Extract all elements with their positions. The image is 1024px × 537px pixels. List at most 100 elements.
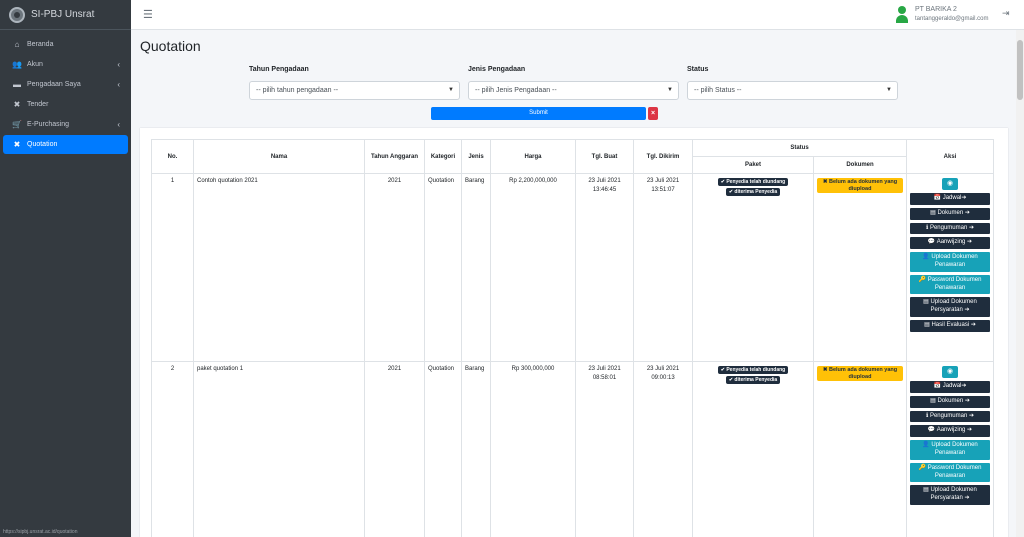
cell-aksi: ◉ 📅 Jadwal➔ ▤ Dokumen ➔ ℹ Pengumuman ➔ 💬… [906,173,994,362]
cell-dokumen: ✖ Belum ada dokumen yang diupload [813,361,907,537]
status-badge: ✔ diterima Penyedia [725,188,781,196]
tgl-dikirim-time: 13:51:07 [651,187,675,193]
quotation-card: No. Nama Tahun Anggaran Kategori Jenis H… [140,128,1008,537]
tgl-buat-time: 13:46:45 [592,187,617,193]
status-select[interactable]: -- pilih Status -- ▼ [687,81,898,100]
user-email: tantanggeraldo@gmail.com [915,16,989,22]
cell-tgl-buat: 23 Juli 2021 13:46:45 [575,173,634,362]
table-row: 2 paket quotation 1 2021 Quotation Baran… [151,361,994,537]
caret-down-icon: ▼ [667,87,673,93]
jenis-select-value: -- pilih Jenis Pengadaan -- [475,87,557,94]
status-badge: ✔ diterima Penyedia [725,376,781,384]
sidebar-item-label: Tender [27,101,49,108]
cell-tgl-buat: 23 Juli 2021 08:58:01 [575,361,634,537]
top-navbar: ☰ PT BARIKA 2 tantanggeraldo@gmail.com ⇥ [131,0,1024,30]
sidebar-item-quotation[interactable]: ✖ Quotation [3,135,128,154]
cell-harga: Rp 2,200,000,000 [490,173,576,362]
caret-down-icon: ▼ [886,87,892,93]
status-url: https://sipbj.unsrat.ac.id/quotation [0,527,81,537]
dokumen-button[interactable]: ▤ Dokumen ➔ [910,395,990,408]
header-harga: Harga [490,139,576,174]
tgl-buat-date: 23 Juli 2021 [588,366,621,372]
brand[interactable]: SI-PBJ Unsrat [0,0,131,30]
scrollbar[interactable] [1016,30,1024,537]
sidebar-item-tender[interactable]: ✖ Tender [3,95,128,114]
aanwijzing-button[interactable]: 💬 Aanwijzing ➔ [910,237,990,250]
cell-harga: Rp 300,000,000 [490,361,576,537]
sidebar: SI-PBJ Unsrat ⌂ Beranda 👥 Akun ‹ ▬ Penga… [0,0,131,537]
quotation-table: No. Nama Tahun Anggaran Kategori Jenis H… [151,139,994,537]
pengumuman-button[interactable]: ℹ Pengumuman ➔ [910,222,990,235]
cell-kategori: Quotation [424,173,462,362]
scrollbar-thumb[interactable] [1017,40,1023,100]
sidebar-item-label: Akun [27,61,43,68]
caret-down-icon: ▼ [448,87,454,93]
header-paket: Paket [692,156,814,174]
upload-penawaran-button[interactable]: 👤 Upload Dokumen Penawaran [910,440,990,460]
cell-no: 2 [151,361,194,537]
password-penawaran-button[interactable]: 🔑 Password Dokumen Penawaran [910,462,990,483]
dokumen-button[interactable]: ▤ Dokumen ➔ [910,207,990,220]
header-jenis: Jenis [461,139,491,174]
cell-jenis: Barang [461,173,491,362]
view-button[interactable]: ◉ [942,178,958,190]
tgl-dikirim-date: 23 Juli 2021 [646,366,680,372]
sidebar-item-label: E-Purchasing [27,121,70,128]
logout-icon[interactable]: ⇥ [1002,8,1010,19]
folder-icon: ▬ [13,80,21,89]
header-status: Status [692,139,907,157]
cell-dokumen: ✖ Belum ada dokumen yang diupload [813,173,907,362]
tahun-label: Tahun Pengadaan [249,66,309,73]
user-avatar-icon[interactable] [896,6,908,24]
eye-icon: ◉ [946,368,954,375]
users-icon: 👥 [12,60,22,69]
cell-kategori: Quotation [424,361,462,537]
page-title: Quotation [140,38,201,54]
sidebar-item-beranda[interactable]: ⌂ Beranda [3,35,128,54]
tahun-select[interactable]: -- pilih tahun pengadaan -- ▼ [249,81,460,100]
tools-icon: ✖ [13,140,21,149]
cell-tahun: 2021 [364,361,425,537]
status-badge: ✔ Penyedia telah diundang [717,178,789,186]
status-label: Status [687,66,709,73]
jadwal-button[interactable]: 📅 Jadwal➔ [910,381,990,393]
table-row: 1 Contoh quotation 2021 2021 Quotation B… [151,173,994,362]
pengumuman-button[interactable]: ℹ Pengumuman ➔ [910,410,990,423]
upload-persyaratan-button[interactable]: ▤ Upload Dokumen Persyaratan ➔ [910,297,990,317]
cell-paket: ✔ Penyedia telah diundang ✔ diterima Pen… [692,361,814,537]
tgl-buat-time: 08:58:01 [592,375,617,381]
clear-filter-button[interactable]: × [648,107,658,120]
sidebar-item-akun[interactable]: 👥 Akun ‹ [3,55,128,74]
view-button[interactable]: ◉ [942,366,958,378]
upload-penawaran-button[interactable]: 👤 Upload Dokumen Penawaran [910,252,990,272]
upload-persyaratan-button[interactable]: ▤ Upload Dokumen Persyaratan ➔ [910,485,990,505]
password-penawaran-button[interactable]: 🔑 Password Dokumen Penawaran [910,274,990,295]
status-badge: ✖ Belum ada dokumen yang diupload [817,178,903,194]
home-icon: ⌂ [14,40,20,49]
hasil-evaluasi-button[interactable]: ▤ Hasil Evaluasi ➔ [910,319,990,332]
header-kategori: Kategori [424,139,462,174]
cell-tgl-dikirim: 23 Juli 2021 09:00:13 [633,361,693,537]
chevron-left-icon: ‹ [117,120,120,129]
header-dokumen: Dokumen [813,156,907,174]
jenis-select[interactable]: -- pilih Jenis Pengadaan -- ▼ [468,81,679,100]
header-no: No. [151,139,194,174]
sidebar-item-label: Pengadaan Saya [27,81,81,88]
tgl-dikirim-time: 09:00:13 [651,375,675,381]
user-name[interactable]: PT BARIKA 2 [915,6,957,13]
chevron-left-icon: ‹ [117,80,120,89]
sidebar-nav: ⌂ Beranda 👥 Akun ‹ ▬ Pengadaan Saya ‹ ✖ … [0,30,131,160]
submit-button[interactable]: Submit [431,107,646,120]
brand-logo [9,6,25,23]
sidebar-item-pengadaan-saya[interactable]: ▬ Pengadaan Saya ‹ [3,75,128,94]
sidebar-item-label: Beranda [27,41,54,48]
cell-tahun: 2021 [364,173,425,362]
jadwal-button[interactable]: 📅 Jadwal➔ [910,193,990,205]
sidebar-item-e-purchasing[interactable]: 🛒 E-Purchasing ‹ [3,115,128,134]
menu-toggle-icon[interactable]: ☰ [143,8,153,21]
status-badge: ✖ Belum ada dokumen yang diupload [817,366,903,382]
cell-jenis: Barang [461,361,491,537]
tahun-select-value: -- pilih tahun pengadaan -- [256,87,339,94]
aanwijzing-button[interactable]: 💬 Aanwijzing ➔ [910,425,990,438]
status-select-value: -- pilih Status -- [694,87,742,94]
